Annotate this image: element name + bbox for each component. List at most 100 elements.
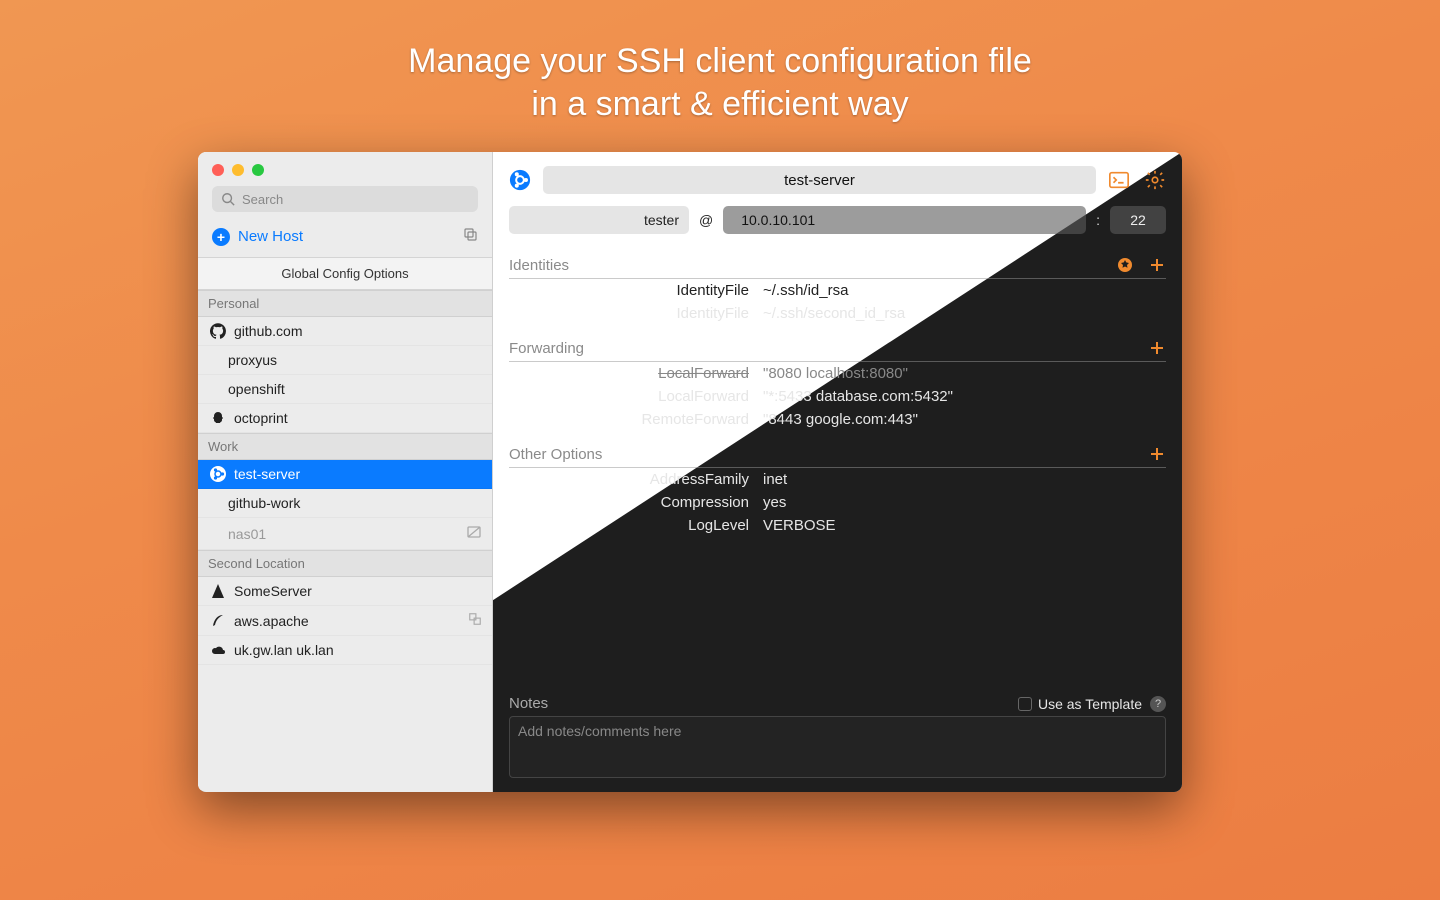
config-value: inet [763, 471, 787, 488]
address-field[interactable]: 10.0.10.101 [723, 206, 1086, 234]
new-host-label: New Host [238, 228, 454, 245]
sidebar-item-test-server[interactable]: test-server [198, 460, 492, 489]
config-key: Compression [509, 494, 749, 511]
other-options-title: Other Options [509, 446, 1148, 463]
link-icon [468, 612, 482, 629]
config-key: RemoteForward [509, 411, 749, 428]
github-icon [210, 323, 226, 339]
sidebar-item-github-com[interactable]: github.com [198, 317, 492, 346]
config-row[interactable]: LocalForward "8080 localhost:8080" [509, 362, 1166, 385]
config-row[interactable]: LogLevel VERBOSE [509, 514, 1166, 537]
detail-panel: test-server tester @ 10.0.10.101 [493, 152, 1182, 792]
sidebar-item-label: github-work [228, 495, 300, 511]
config-row[interactable]: AddressFamily inet [509, 468, 1166, 491]
add-identity-icon[interactable] [1148, 256, 1166, 274]
sidebar-item-nas01[interactable]: nas01 [198, 518, 492, 550]
ubuntu-icon [210, 466, 226, 482]
sidebar-group-header[interactable]: Second Location [198, 550, 492, 577]
sidebar-item-github-work[interactable]: github-work [198, 489, 492, 518]
at-symbol: @ [699, 212, 713, 228]
config-value: "8080 localhost:8080" [763, 365, 908, 382]
octo-icon [210, 410, 226, 426]
template-label: Use as Template [1038, 696, 1142, 712]
traffic-lights [198, 152, 492, 186]
sidebar-item-label: nas01 [228, 526, 266, 542]
help-icon[interactable]: ? [1150, 696, 1166, 712]
config-value: yes [763, 494, 786, 511]
config-value: VERBOSE [763, 517, 836, 534]
terminal-icon[interactable] [1108, 169, 1130, 191]
config-row[interactable]: RemoteForward "8443 google.com:443" [509, 408, 1166, 431]
forwarding-title: Forwarding [509, 340, 1148, 357]
sidebar: + New Host Global Config Options Persona… [198, 152, 493, 792]
config-value: "*:5433 database.com:5432" [763, 388, 953, 405]
global-config-options[interactable]: Global Config Options [198, 257, 492, 290]
sidebar-item-label: openshift [228, 381, 285, 397]
config-key: AddressFamily [509, 471, 749, 488]
config-row[interactable]: LocalForward "*:5433 database.com:5432" [509, 385, 1166, 408]
search-input[interactable] [242, 192, 470, 207]
hero-text: Manage your SSH client configuration fil… [0, 40, 1440, 125]
hero-line-2: in a smart & efficient way [531, 85, 908, 123]
port-field[interactable]: 22 [1110, 206, 1166, 234]
hostname-value: test-server [784, 172, 855, 189]
search-icon [220, 191, 236, 207]
zoom-icon[interactable] [252, 164, 264, 176]
sidebar-item-uk-gw-lan-uk-lan[interactable]: uk.gw.lan uk.lan [198, 636, 492, 665]
sidebar-group-header[interactable]: Personal [198, 290, 492, 317]
sidebar-item-label: uk.gw.lan uk.lan [234, 642, 334, 658]
user-value: tester [644, 212, 679, 228]
config-key: LocalForward [509, 365, 749, 382]
search-field[interactable] [212, 186, 478, 212]
hostname-field[interactable]: test-server [543, 166, 1096, 194]
sidebar-item-openshift[interactable]: openshift [198, 375, 492, 404]
notes-title: Notes [509, 695, 1018, 712]
disabled-icon [466, 524, 482, 543]
config-value: ~/.ssh/second_id_rsa [763, 305, 905, 322]
add-icon: + [212, 228, 230, 246]
config-key: LocalForward [509, 388, 749, 405]
arch-icon [210, 583, 226, 599]
duplicate-icon[interactable] [462, 226, 478, 247]
config-value: "8443 google.com:443" [763, 411, 918, 428]
sidebar-item-aws-apache[interactable]: aws.apache [198, 606, 492, 636]
config-row[interactable]: Compression yes [509, 491, 1166, 514]
identities-title: Identities [509, 257, 1116, 274]
new-host-row[interactable]: + New Host [198, 222, 492, 257]
cloud-icon [210, 642, 226, 658]
add-forwarding-icon[interactable] [1148, 339, 1166, 357]
config-value: ~/.ssh/id_rsa [763, 282, 848, 299]
port-value: 22 [1130, 212, 1146, 228]
sidebar-item-someserver[interactable]: SomeServer [198, 577, 492, 606]
sidebar-group-header[interactable]: Work [198, 433, 492, 460]
ubuntu-icon [509, 169, 531, 191]
app-window: + New Host Global Config Options Persona… [198, 152, 1182, 792]
sidebar-item-label: test-server [234, 466, 300, 482]
close-icon[interactable] [212, 164, 224, 176]
config-key: IdentityFile [509, 305, 749, 322]
notes-placeholder: Add notes/comments here [518, 723, 681, 739]
template-checkbox[interactable] [1018, 697, 1032, 711]
add-option-icon[interactable] [1148, 445, 1166, 463]
notes-region: Notes Use as Template ? Add notes/commen… [509, 695, 1166, 778]
notes-textarea[interactable]: Add notes/comments here [509, 716, 1166, 778]
sidebar-item-label: octoprint [234, 410, 288, 426]
sidebar-item-label: github.com [234, 323, 302, 339]
sidebar-item-label: proxyus [228, 352, 277, 368]
sidebar-item-label: aws.apache [234, 613, 309, 629]
sidebar-item-proxyus[interactable]: proxyus [198, 346, 492, 375]
address-value: 10.0.10.101 [741, 212, 815, 228]
sidebar-item-octoprint[interactable]: octoprint [198, 404, 492, 433]
colon-symbol: : [1096, 212, 1100, 228]
config-row[interactable]: IdentityFile ~/.ssh/second_id_rsa [509, 302, 1166, 325]
minimize-icon[interactable] [232, 164, 244, 176]
gear-icon[interactable] [1144, 169, 1166, 191]
config-key: IdentityFile [509, 282, 749, 299]
sidebar-item-label: SomeServer [234, 583, 312, 599]
config-row[interactable]: IdentityFile ~/.ssh/id_rsa [509, 279, 1166, 302]
config-key: LogLevel [509, 517, 749, 534]
feather-icon [210, 613, 226, 629]
hero-line-1: Manage your SSH client configuration fil… [408, 42, 1032, 80]
generate-key-icon[interactable] [1116, 256, 1134, 274]
user-field[interactable]: tester [509, 206, 689, 234]
